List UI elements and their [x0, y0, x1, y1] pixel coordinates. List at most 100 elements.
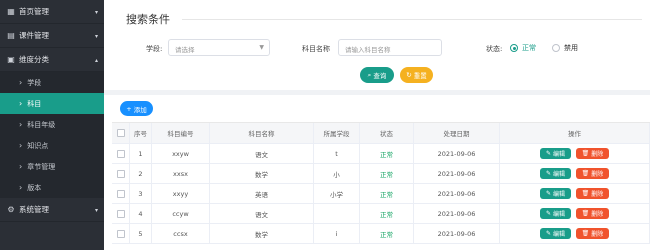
menu-group-dimension[interactable]: ▣ 维度分类 ▴ — [0, 48, 104, 72]
row-checkbox[interactable] — [116, 229, 125, 238]
sidebar-item-label: 知识点 — [27, 141, 49, 150]
reset-button[interactable]: ↻ 重置 — [400, 67, 433, 83]
row-select-cell — [112, 144, 130, 163]
edit-button[interactable]: ✎ 编辑 — [540, 168, 571, 179]
edit-label: 编辑 — [553, 171, 566, 178]
status-radio-normal[interactable]: 正常 — [510, 43, 536, 53]
table-header: 序号 科目编号 科目名称 所属学段 状态 处理日期 操作 — [112, 123, 650, 144]
add-button-label: 添加 — [133, 105, 147, 114]
sidebar-item-label: 学段 — [27, 78, 42, 87]
status-radio-disabled[interactable]: 禁用 — [552, 43, 578, 53]
name-cell: 英语 — [210, 184, 314, 203]
column-header: 处理日期 — [414, 123, 500, 143]
date-cell: 2021-09-06 — [414, 144, 500, 163]
menu-group-label: 系统管理 — [19, 205, 49, 214]
actions-cell: ✎ 编辑 🗑 删除 — [500, 224, 650, 243]
pencil-icon: ✎ — [545, 150, 551, 157]
plus-icon: + — [126, 104, 132, 113]
row-checkbox[interactable] — [116, 189, 125, 198]
date-cell: 2021-09-06 — [414, 224, 500, 243]
chevron-up-icon: ▴ — [94, 57, 98, 64]
delete-button[interactable]: 🗑 删除 — [576, 188, 609, 199]
name-cell: 语文 — [210, 144, 314, 163]
row-checkbox[interactable] — [116, 169, 125, 178]
chevron-down-icon: ▾ — [94, 9, 98, 16]
search-form: 学段: 请选择 ▼ 科目名称 请输入科目名称 状态: 正常 禁用 — [104, 38, 650, 58]
trash-icon: 🗑 — [581, 230, 590, 237]
menu-group-courseware[interactable]: ▤ 课件管理 ▾ — [0, 24, 104, 48]
index-cell: 1 — [130, 144, 152, 163]
menu-group-label: 维度分类 — [19, 55, 49, 64]
book-icon: ▤ — [7, 30, 15, 40]
status-cell: 正常 — [360, 144, 414, 163]
column-header: 操作 — [500, 123, 650, 143]
trash-icon: 🗑 — [581, 170, 590, 177]
pencil-icon: ✎ — [545, 170, 551, 177]
trash-icon: 🗑 — [581, 150, 590, 157]
edit-button[interactable]: ✎ 编辑 — [540, 208, 571, 219]
stage-cell: i — [314, 224, 360, 243]
delete-button[interactable]: 🗑 删除 — [576, 168, 609, 179]
search-title: 搜索条件 — [126, 13, 170, 26]
refresh-icon: ↻ — [406, 71, 412, 79]
delete-button[interactable]: 🗑 删除 — [576, 228, 609, 239]
edit-button[interactable]: ✎ 编辑 — [540, 228, 571, 239]
edit-button[interactable]: ✎ 编辑 — [540, 188, 571, 199]
table-row: 5 ccsx 数学 i 正常 2021-09-06 ✎ 编辑 🗑 删除 — [112, 224, 650, 244]
delete-label: 删除 — [591, 191, 604, 198]
radio-label: 禁用 — [564, 44, 578, 52]
add-button[interactable]: + 添加 — [120, 101, 153, 116]
radio-checked-icon — [510, 44, 518, 52]
row-checkbox[interactable] — [116, 149, 125, 158]
edit-label: 编辑 — [553, 231, 566, 238]
doc-icon: ▣ — [7, 54, 15, 64]
sidebar-item-subject-grade[interactable]: › 科目年级 — [0, 114, 104, 135]
table-row: 2 xxsx 数学 小 正常 2021-09-06 ✎ 编辑 🗑 删除 — [112, 164, 650, 184]
delete-button[interactable]: 🗑 删除 — [576, 208, 609, 219]
sidebar-item-knowledge[interactable]: › 知识点 — [0, 135, 104, 156]
select-all-checkbox[interactable] — [116, 129, 125, 137]
chevron-right-icon: › — [19, 78, 23, 87]
sidebar-item-chapter[interactable]: › 章节管理 — [0, 156, 104, 177]
stage-cell: 小 — [314, 164, 360, 183]
menu-group-home[interactable]: ▦ 首页管理 ▾ — [0, 0, 104, 24]
actions-cell: ✎ 编辑 🗑 删除 — [500, 204, 650, 223]
gear-icon: ⚙ — [7, 204, 15, 214]
column-header: 所属学段 — [314, 123, 360, 143]
column-header: 科目名称 — [210, 123, 314, 143]
sidebar-item-subject[interactable]: › 科目 — [0, 93, 104, 114]
code-cell: xxyw — [152, 144, 210, 163]
edit-button[interactable]: ✎ 编辑 — [540, 148, 571, 159]
main-content: 搜索条件 学段: 请选择 ▼ 科目名称 请输入科目名称 状态: 正常 禁用 ⌕ … — [104, 0, 650, 250]
stage-cell: 小学 — [314, 184, 360, 203]
delete-label: 删除 — [591, 151, 604, 158]
delete-button[interactable]: 🗑 删除 — [576, 148, 609, 159]
trash-icon: 🗑 — [581, 190, 590, 197]
index-cell: 2 — [130, 164, 152, 183]
subject-name-label: 科目名称 — [302, 45, 330, 53]
subject-name-input[interactable]: 请输入科目名称 — [338, 39, 442, 56]
sidebar-item-label: 科目 — [27, 99, 42, 108]
row-checkbox[interactable] — [116, 209, 125, 218]
sidebar-item-version[interactable]: › 版本 — [0, 177, 104, 198]
status-label: 状态: — [486, 45, 503, 53]
code-cell: ccyw — [152, 204, 210, 223]
chevron-right-icon: › — [19, 183, 23, 192]
row-select-cell — [112, 224, 130, 243]
column-header: 科目编号 — [152, 123, 210, 143]
sidebar-item-label: 科目年级 — [27, 120, 56, 129]
menu-group-system[interactable]: ⚙ 系统管理 ▾ — [0, 198, 104, 222]
section-divider — [104, 90, 650, 95]
chevron-down-icon: ▾ — [94, 33, 98, 40]
column-header: 序号 — [130, 123, 152, 143]
code-cell: xxyy — [152, 184, 210, 203]
stage-select[interactable]: 请选择 ▼ — [168, 39, 270, 56]
table-row: 3 xxyy 英语 小学 正常 2021-09-06 ✎ 编辑 🗑 删除 — [112, 184, 650, 204]
query-button[interactable]: ⌕ 查询 — [360, 67, 394, 83]
radio-label: 正常 — [522, 44, 536, 52]
row-select-cell — [112, 164, 130, 183]
edit-label: 编辑 — [553, 151, 566, 158]
pencil-icon: ✎ — [545, 190, 551, 197]
sidebar-item-stage[interactable]: › 学段 — [0, 72, 104, 93]
submenu: › 学段 › 科目 › 科目年级 › 知识点 › 章节管理 › 版本 — [0, 72, 104, 198]
